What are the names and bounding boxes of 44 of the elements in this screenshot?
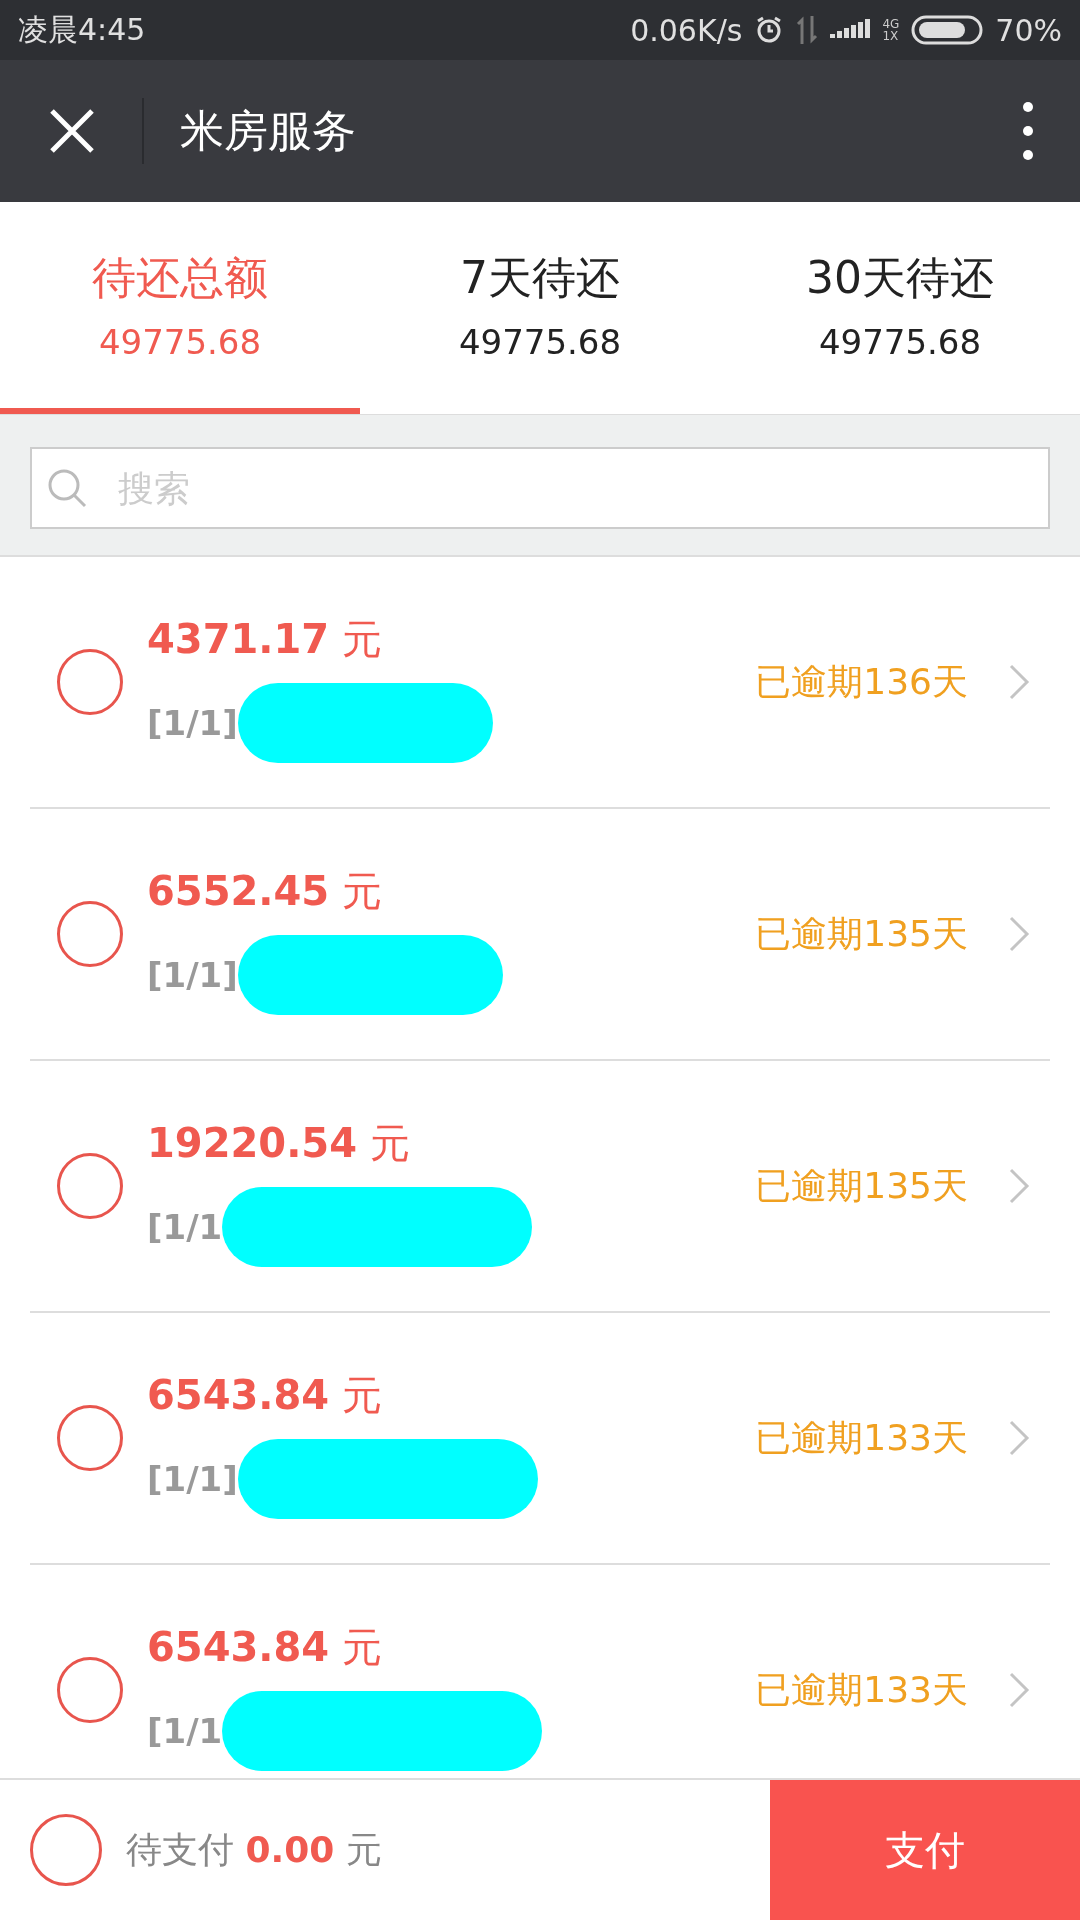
pending-total: 待支付 0.00 元 (126, 1827, 383, 1872)
select-radio[interactable] (57, 649, 123, 715)
bill-row[interactable]: 19220.54 元 [1/1 已逾期135天 (30, 1061, 1050, 1313)
chevron-right-icon (1008, 1167, 1030, 1205)
select-radio[interactable] (57, 1153, 123, 1219)
data-arrows-icon (796, 16, 819, 44)
bill-row[interactable]: 6552.45 元 [1/1] 已逾期135天 (30, 809, 1050, 1061)
select-radio[interactable] (57, 1657, 123, 1723)
bill-amount: 4371.17 元 (147, 614, 383, 664)
tab[interactable]: 30天待还 49775.68 (720, 202, 1080, 414)
overdue-status: 已逾期135天 (755, 911, 968, 956)
select-radio[interactable] (57, 1405, 123, 1471)
network-speed: 0.06K/s (630, 12, 743, 48)
overdue-status: 已逾期133天 (755, 1415, 968, 1460)
select-radio[interactable] (57, 901, 123, 967)
chevron-right-icon (1008, 1671, 1030, 1709)
overdue-status: 已逾期133天 (755, 1667, 968, 1712)
bill-caption: [1/1 (147, 1206, 223, 1247)
network-label: 4G (882, 18, 900, 30)
status-time: 凌晨4:45 (18, 10, 146, 49)
bill-amount: 6552.45 元 (147, 866, 383, 916)
select-all-radio[interactable] (30, 1814, 102, 1886)
chevron-right-icon (1008, 915, 1030, 953)
battery-icon (911, 15, 984, 45)
bill-caption: [1/1] (147, 702, 238, 743)
battery-percent: 70% (995, 12, 1062, 48)
bill-amount: 6543.84 元 (147, 1622, 383, 1672)
overdue-status: 已逾期135天 (755, 1163, 968, 1208)
bill-amount: 19220.54 元 (147, 1118, 411, 1168)
bill-amount: 6543.84 元 (147, 1370, 383, 1420)
more-icon[interactable] (1022, 101, 1034, 161)
bill-caption: [1/1 (147, 1710, 223, 1751)
overdue-status: 已逾期136天 (755, 659, 968, 704)
close-icon[interactable] (48, 107, 96, 155)
bill-caption: [1/1] (147, 954, 238, 995)
chevron-right-icon (1008, 1419, 1030, 1457)
bill-caption: [1/1] (147, 1458, 238, 1499)
bill-row[interactable]: 6543.84 元 [1/1] 已逾期133天 (30, 1313, 1050, 1565)
tab[interactable]: 7天待还 49775.68 (360, 202, 720, 414)
page-title: 米房服务 (180, 103, 357, 158)
pay-button[interactable]: 支付 (770, 1780, 1080, 1920)
network-label: 1X (882, 30, 900, 42)
bill-row[interactable]: 4371.17 元 [1/1] 已逾期136天 (30, 557, 1050, 809)
chevron-right-icon (1008, 663, 1030, 701)
